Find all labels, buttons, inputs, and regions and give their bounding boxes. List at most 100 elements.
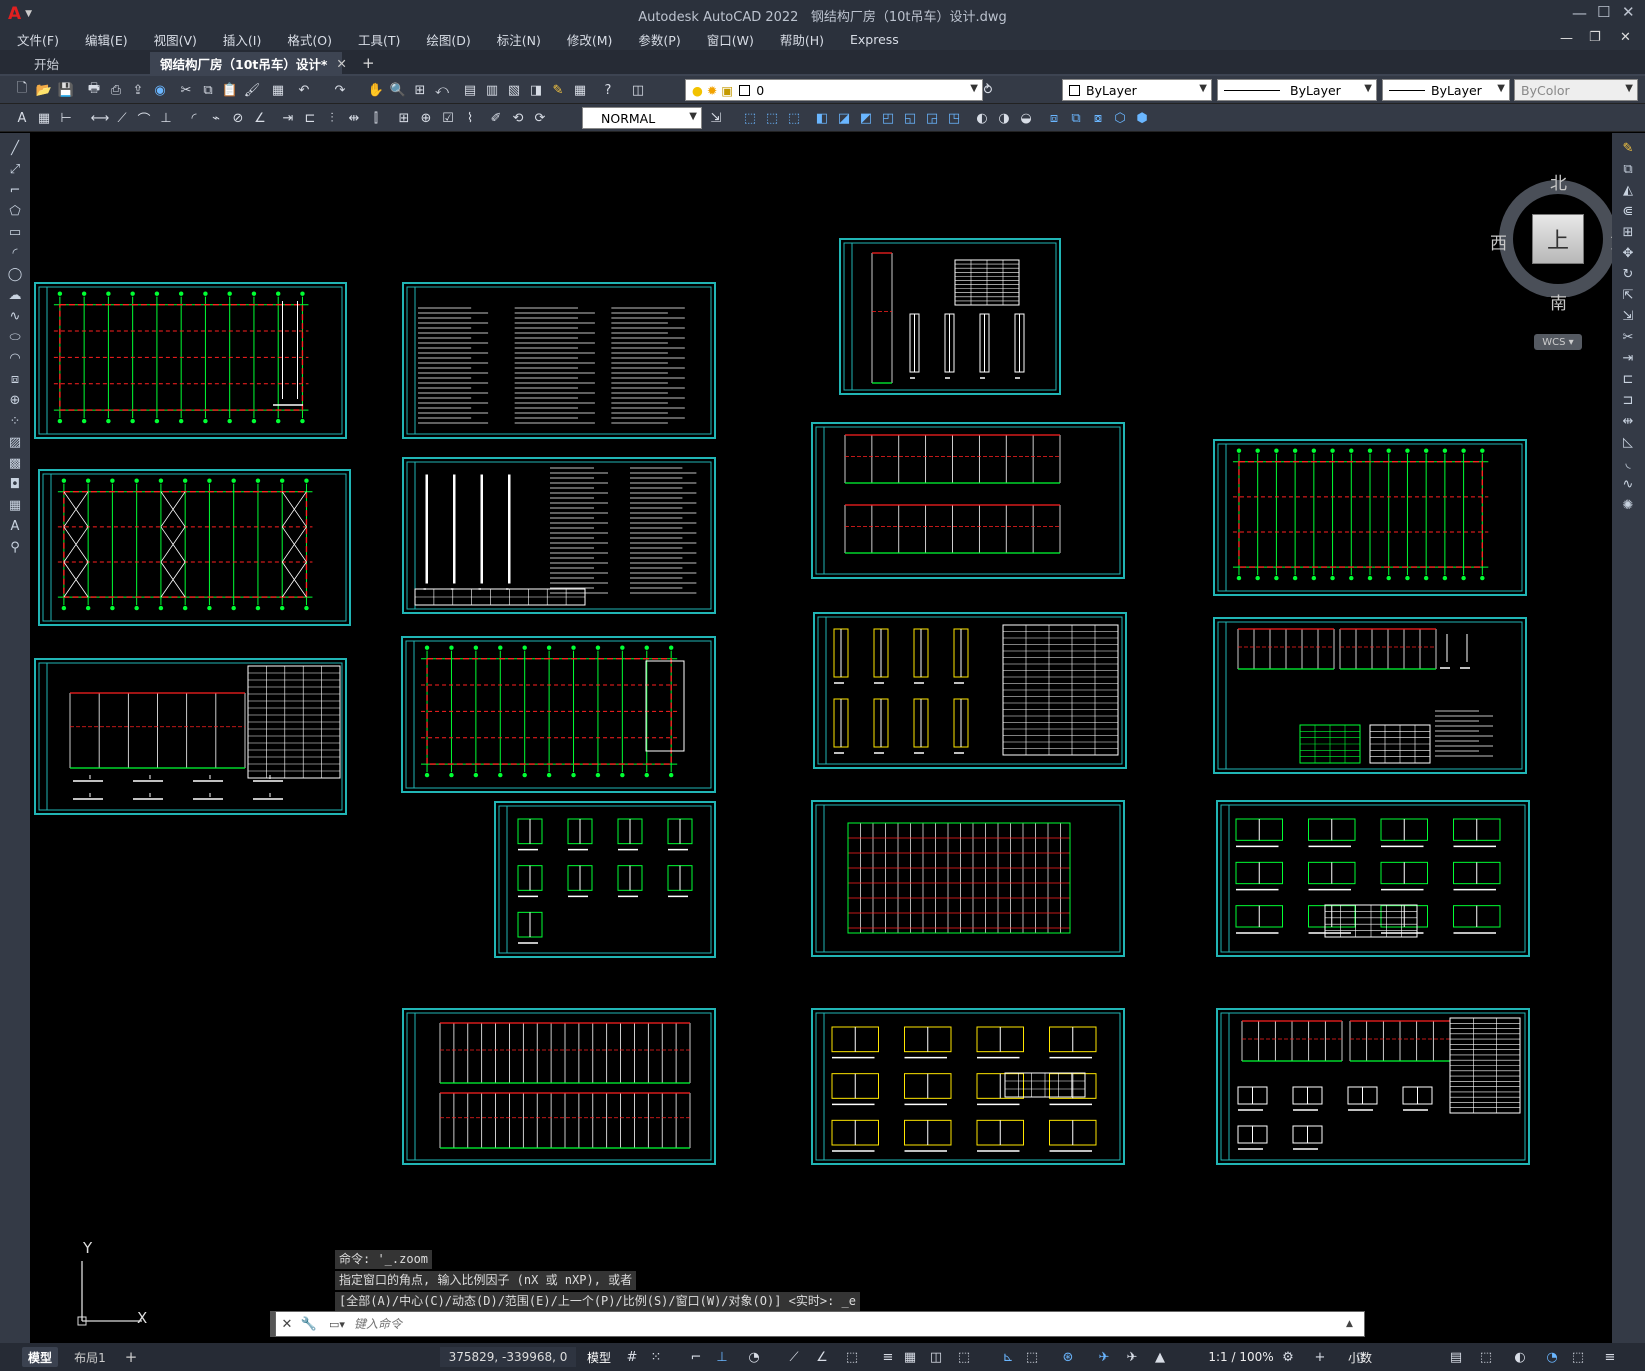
minimize-button[interactable]: —: [1572, 4, 1587, 22]
menu-parametric[interactable]: 参数(P): [625, 30, 693, 49]
transparency-icon[interactable]: ▦: [900, 1347, 920, 1367]
dim-space-icon[interactable]: ⇹: [344, 108, 364, 128]
annotation-monitor-icon[interactable]: +: [1310, 1347, 1330, 1367]
maximize-button[interactable]: ☐: [1597, 3, 1610, 21]
region-icon[interactable]: ◘: [6, 475, 24, 493]
pan-icon[interactable]: ✋: [366, 80, 386, 100]
match-properties-icon[interactable]: 🖌: [242, 80, 262, 100]
tab-drawing[interactable]: 钢结构厂房（10t吊车）设计* ✕: [150, 52, 347, 74]
insert-block-icon[interactable]: ⧈: [6, 370, 24, 388]
command-input[interactable]: [354, 1317, 1346, 1331]
color-dropdown[interactable]: ByLayer ▼: [1062, 79, 1212, 101]
erase-icon[interactable]: ✎: [1619, 139, 1637, 157]
infer-icon[interactable]: ⊥: [712, 1347, 732, 1367]
viewcube-top-face[interactable]: 上: [1532, 214, 1584, 264]
baseline-dim-icon[interactable]: ⊏: [300, 108, 320, 128]
menu-help[interactable]: 帮助(H): [767, 30, 837, 49]
compass-east[interactable]: 东: [1610, 229, 1612, 254]
join-icon[interactable]: ⇹: [1619, 412, 1637, 430]
paste-icon[interactable]: 📋: [220, 80, 240, 100]
line-icon[interactable]: ╱: [6, 139, 24, 157]
close-icon[interactable]: ✕: [276, 1317, 298, 1332]
polygon-vp-icon[interactable]: ⬡: [1110, 108, 1130, 128]
arc-icon[interactable]: ◜: [6, 244, 24, 262]
doc-restore-button[interactable]: ❐: [1589, 30, 1601, 45]
menu-express[interactable]: Express: [837, 32, 912, 47]
selection-filter-icon[interactable]: ⬚: [1022, 1347, 1042, 1367]
linetype-dropdown[interactable]: ByLayer ▼: [1217, 79, 1377, 101]
mirror-icon[interactable]: ◭: [1619, 181, 1637, 199]
quickcalc-icon[interactable]: ▦: [570, 80, 590, 100]
jogged-linear-icon[interactable]: ⌇: [460, 108, 480, 128]
dim-edit-icon[interactable]: ✐: [486, 108, 506, 128]
sheet-set-icon[interactable]: ◨: [526, 80, 546, 100]
fillet-icon[interactable]: ◟: [1619, 454, 1637, 472]
properties-icon[interactable]: ▤: [460, 80, 480, 100]
undo-icon[interactable]: ↶: [294, 80, 314, 100]
ellipse-arc-icon[interactable]: ◠: [6, 349, 24, 367]
3d-dwf-icon[interactable]: ◉: [150, 80, 170, 100]
point-icon[interactable]: ⁘: [6, 412, 24, 430]
angular-dim-icon[interactable]: ∠: [250, 108, 270, 128]
ucs-z-icon[interactable]: ◑: [994, 108, 1014, 128]
coordinates-readout[interactable]: 375829, -339968, 0: [440, 1347, 576, 1367]
selection-cycling-icon[interactable]: ◫: [926, 1347, 946, 1367]
ucs-object-icon[interactable]: ◪: [834, 108, 854, 128]
ucs-origin-icon[interactable]: ◰: [878, 108, 898, 128]
close-button[interactable]: ✕: [1622, 3, 1635, 21]
menu-tools[interactable]: 工具(T): [345, 30, 413, 49]
extend-icon[interactable]: ⇥: [1619, 349, 1637, 367]
center-mark-icon[interactable]: ⊕: [416, 108, 436, 128]
make-block-icon[interactable]: ⊕: [6, 391, 24, 409]
dim-override-icon[interactable]: ⇲: [706, 108, 726, 128]
copy-object-icon[interactable]: ⧉: [1619, 160, 1637, 178]
model-space-button[interactable]: 模型: [582, 1347, 616, 1367]
zoom-previous-icon[interactable]: ⤺: [432, 80, 452, 100]
object-vp-icon[interactable]: ⬢: [1132, 108, 1152, 128]
gradient-icon[interactable]: ▩: [6, 454, 24, 472]
dimstyle-dropdown[interactable]: NORMAL ▼: [582, 107, 702, 129]
trim-icon[interactable]: ✂: [1619, 328, 1637, 346]
dim-break-icon[interactable]: ⫿: [366, 108, 386, 128]
auto-scale-icon[interactable]: ✈: [1122, 1347, 1142, 1367]
ucs-icon[interactable]: ⬚: [740, 108, 760, 128]
new-tab-button[interactable]: +: [352, 52, 385, 74]
inspect-icon[interactable]: ☑: [438, 108, 458, 128]
add-layout-button[interactable]: +: [124, 1347, 138, 1367]
open-file-icon[interactable]: 📂: [34, 80, 54, 100]
blend-icon[interactable]: ∿: [1619, 475, 1637, 493]
menu-insert[interactable]: 插入(I): [210, 30, 274, 49]
chamfer-icon[interactable]: ◺: [1619, 433, 1637, 451]
quick-dim-icon[interactable]: ⇥: [278, 108, 298, 128]
zoom-window-icon[interactable]: ⊞: [410, 80, 430, 100]
customization-icon[interactable]: ≡: [1600, 1347, 1620, 1367]
menu-draw[interactable]: 绘图(D): [413, 30, 483, 49]
tool-palettes-icon[interactable]: ▧: [504, 80, 524, 100]
polygon-icon[interactable]: ⬠: [6, 202, 24, 220]
annotation-scale-icon[interactable]: ▲: [1150, 1347, 1170, 1367]
tab-model[interactable]: 模型: [22, 1347, 58, 1367]
aligned-dim-icon[interactable]: ⟋: [112, 108, 132, 128]
ucs-apply-icon[interactable]: ◒: [1016, 108, 1036, 128]
dim-text-edit-icon[interactable]: ⟲: [508, 108, 528, 128]
array-icon[interactable]: ⊞: [1619, 223, 1637, 241]
plotstyle-dropdown[interactable]: ByColor ▼: [1514, 79, 1638, 101]
menu-edit[interactable]: 编辑(E): [72, 30, 141, 49]
clean-screen-icon[interactable]: ⬚: [1568, 1347, 1588, 1367]
ucs-y-icon[interactable]: ◐: [972, 108, 992, 128]
wcs-menu-button[interactable]: WCS ▾: [1534, 334, 1582, 350]
ucs-zaxis-icon[interactable]: ◱: [900, 108, 920, 128]
polyline-icon[interactable]: ⌐: [6, 181, 24, 199]
markup-icon[interactable]: ✎: [548, 80, 568, 100]
graphics-performance-icon[interactable]: ◔: [1542, 1347, 1562, 1367]
print-preview-icon[interactable]: ⎙: [106, 80, 126, 100]
tab-layout1[interactable]: 布局1: [70, 1347, 110, 1367]
new-file-icon[interactable]: 🗋: [12, 80, 32, 100]
drawing-canvas[interactable]: 北 南 东 西 上 WCS ▾ Y X: [30, 133, 1612, 1343]
lineweight-icon[interactable]: ≡: [878, 1347, 898, 1367]
menu-view[interactable]: 视图(V): [141, 30, 210, 49]
break-icon[interactable]: ⊐: [1619, 391, 1637, 409]
rectangle-icon[interactable]: ▭: [6, 223, 24, 241]
redo-icon[interactable]: ↷: [330, 80, 350, 100]
print-icon[interactable]: 🖶: [84, 80, 104, 100]
